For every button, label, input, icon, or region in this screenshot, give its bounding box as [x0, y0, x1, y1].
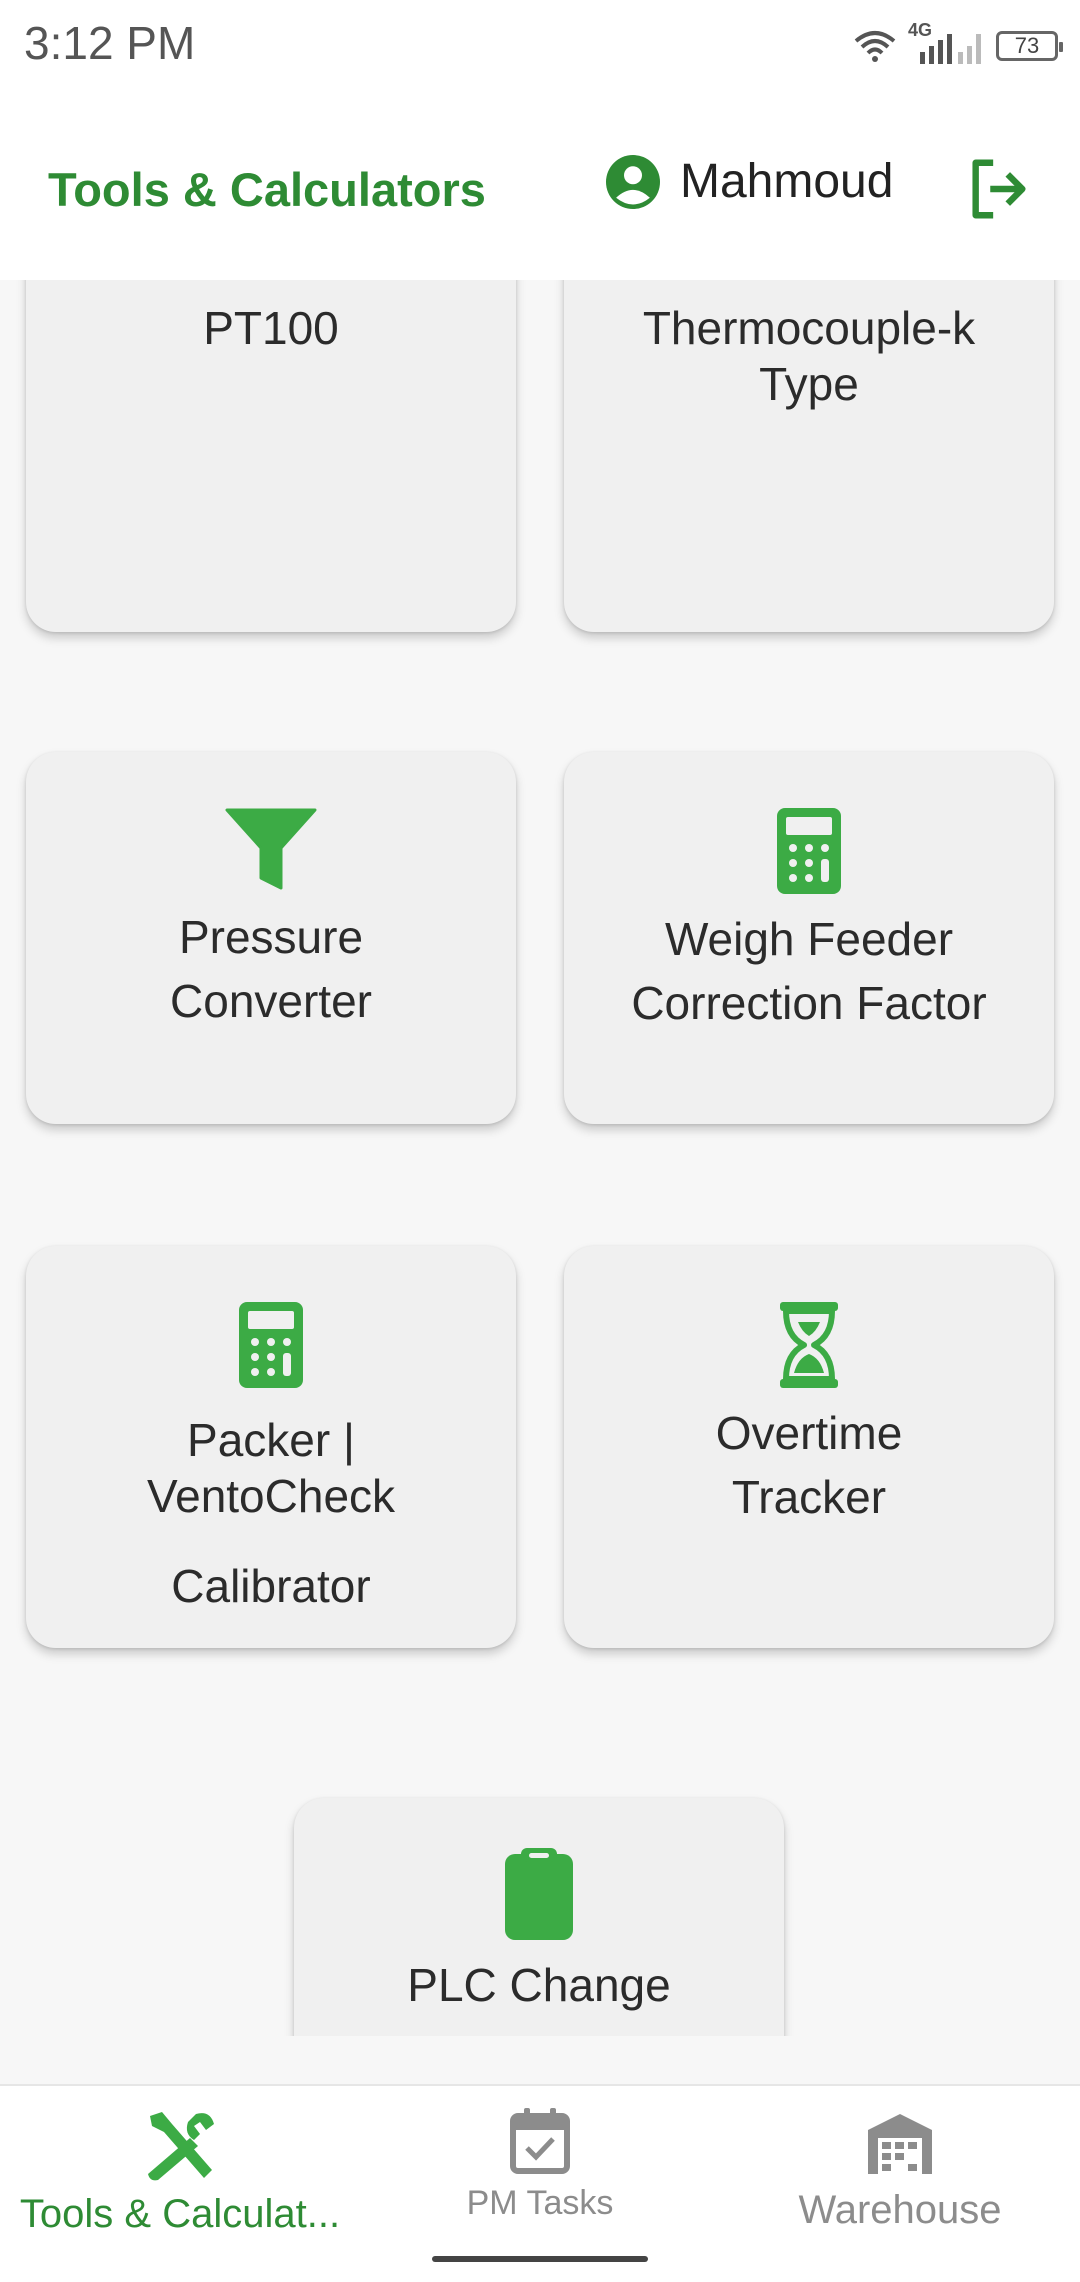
- nav-label: Warehouse: [798, 2188, 1002, 2232]
- card-label: PLC Change: [407, 1959, 671, 2011]
- user-profile[interactable]: Mahmoud: [606, 154, 893, 209]
- nav-warehouse[interactable]: Warehouse: [720, 2108, 1080, 2233]
- nav-tools-calculators[interactable]: Tools & Calculat...: [0, 2108, 360, 2237]
- calculator-icon: [239, 1302, 303, 1388]
- page-title: Tools & Calculators: [48, 163, 486, 216]
- card-label: VentoCheck: [146, 1470, 396, 1522]
- user-name: Mahmoud: [680, 155, 894, 208]
- signal-icon: [920, 34, 981, 64]
- card-thermocouple-k-type[interactable]: Thermocouple-k Type: [564, 280, 1054, 632]
- status-bar: 3:12 PM 4G 73: [0, 0, 1080, 92]
- calculator-icon: [777, 808, 841, 894]
- card-pressure-converter[interactable]: Pressure Converter: [26, 752, 516, 1124]
- tools-icon: [148, 2112, 214, 2181]
- app-bar: Tools & Calculators Mahmoud: [0, 92, 1080, 280]
- scroll-bottom-mask: [0, 2036, 1080, 2084]
- card-label: Correction Factor: [631, 977, 987, 1029]
- logout-icon[interactable]: [964, 154, 1034, 224]
- card-label: PT100: [203, 302, 339, 354]
- account-circle-icon: [606, 154, 660, 209]
- hourglass-icon: [780, 1302, 838, 1388]
- card-plc-change[interactable]: PLC Change: [294, 1798, 784, 2036]
- card-label: Type: [759, 358, 859, 410]
- card-packer-ventocheck-calibrator[interactable]: Packer | VentoCheck Calibrator: [26, 1246, 516, 1648]
- card-label: Tracker: [731, 1471, 887, 1523]
- card-weigh-feeder-correction-factor[interactable]: Weigh Feeder Correction Factor: [564, 752, 1054, 1124]
- filter-icon: [225, 808, 317, 890]
- tools-grid[interactable]: PT100 Thermocouple-k Type Pressure Conve…: [0, 280, 1080, 2036]
- signal-group: 4G: [906, 20, 986, 66]
- bottom-navigation: Tools & Calculat... PM Tasks Warehouse: [0, 2084, 1080, 2282]
- nav-pm-tasks[interactable]: PM Tasks: [360, 2108, 720, 2223]
- card-pt100[interactable]: PT100: [26, 280, 516, 632]
- nav-label: PM Tasks: [466, 2184, 614, 2222]
- clipboard-icon: [505, 1848, 573, 1940]
- card-label: Converter: [170, 975, 372, 1027]
- calendar-check-icon: [510, 2108, 570, 2174]
- nav-label: Tools & Calculat...: [19, 2192, 341, 2236]
- status-icons: 4G 73: [854, 20, 1063, 68]
- battery-indicator: 73: [996, 31, 1063, 61]
- card-label: Thermocouple-k: [642, 302, 976, 354]
- card-label: Packer |: [187, 1414, 355, 1466]
- card-overtime-tracker[interactable]: Overtime Tracker: [564, 1246, 1054, 1648]
- status-time: 3:12 PM: [24, 17, 196, 69]
- card-label: Calibrator: [171, 1560, 371, 1612]
- home-indicator: [432, 2256, 648, 2262]
- warehouse-icon: [868, 2114, 932, 2174]
- wifi-icon: [854, 31, 896, 62]
